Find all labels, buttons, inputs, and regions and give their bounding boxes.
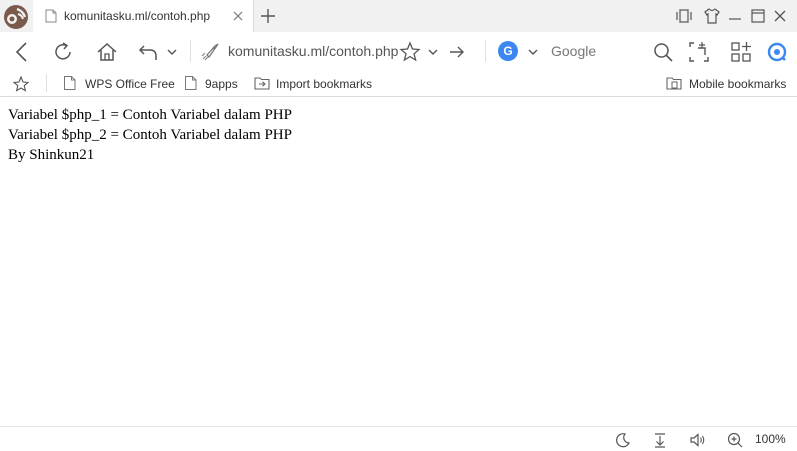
status-bar: 100% xyxy=(0,426,797,451)
screenshot-icon[interactable] xyxy=(686,39,712,65)
go-arrow-icon[interactable] xyxy=(444,39,470,65)
bookmark-label: 9apps xyxy=(205,77,238,91)
import-bookmarks-button[interactable]: Import bookmarks xyxy=(253,74,383,94)
close-window-icon[interactable] xyxy=(770,6,790,26)
bookmark-page-icon xyxy=(64,76,76,90)
chevron-down-icon[interactable] xyxy=(160,39,186,65)
mobile-bookmarks-button[interactable]: Mobile bookmarks xyxy=(665,74,793,94)
tab-active[interactable]: komunitasku.ml/contoh.php xyxy=(33,0,254,32)
speed-mode-rocket-icon[interactable] xyxy=(197,39,223,65)
tab-title: komunitasku.ml/contoh.php xyxy=(64,9,211,23)
undo-close-tab-icon[interactable] xyxy=(136,39,162,65)
close-tab-icon[interactable] xyxy=(229,7,247,25)
page-content: Variabel $php_1 = Contoh Variabel dalam … xyxy=(0,98,797,426)
tab-list-icon[interactable] xyxy=(674,6,694,26)
content-line: Variabel $php_1 = Contoh Variabel dalam … xyxy=(8,107,292,123)
page-favicon-icon xyxy=(45,9,57,28)
navigation-bar: komunitasku.ml/contoh.php G Google xyxy=(0,32,797,70)
volume-icon[interactable] xyxy=(689,431,707,449)
search-input[interactable]: Google xyxy=(551,43,596,59)
minimize-icon[interactable] xyxy=(725,6,745,26)
bookmark-wps-office-free[interactable]: WPS Office Free xyxy=(63,74,175,94)
extensions-grid-icon[interactable] xyxy=(728,39,754,65)
address-bar-url[interactable]: komunitasku.ml/contoh.php xyxy=(228,43,398,59)
uc-browser-logo-icon[interactable] xyxy=(1,1,31,31)
search-engine-google-icon[interactable]: G xyxy=(498,41,518,61)
home-icon[interactable] xyxy=(94,39,120,65)
download-icon[interactable] xyxy=(651,431,669,449)
mobile-bookmarks-icon xyxy=(666,77,682,90)
content-line: Variabel $php_2 = Contoh Variabel dalam … xyxy=(8,127,292,143)
new-tab-button[interactable] xyxy=(258,6,278,26)
bookmark-label: WPS Office Free xyxy=(85,77,175,91)
bookmark-star-icon[interactable] xyxy=(397,39,423,65)
divider xyxy=(485,40,486,62)
zoom-icon[interactable] xyxy=(726,431,744,449)
mobile-bookmarks-label: Mobile bookmarks xyxy=(689,77,787,91)
search-icon[interactable] xyxy=(650,39,676,65)
bookmark-9apps[interactable]: 9apps xyxy=(184,74,244,94)
night-mode-moon-icon[interactable] xyxy=(614,431,632,449)
maximize-icon[interactable] xyxy=(748,6,768,26)
bookmarks-bar: WPS Office Free 9apps Import bookmarks M… xyxy=(0,70,797,97)
bookmark-label: Import bookmarks xyxy=(276,77,373,91)
search-engine-chevron-down-icon[interactable] xyxy=(521,39,547,65)
content-line: By Shinkun21 xyxy=(8,147,95,163)
skin-shirt-icon[interactable] xyxy=(702,6,722,26)
divider xyxy=(190,40,191,62)
reload-icon[interactable] xyxy=(50,39,76,65)
zoom-level[interactable]: 100% xyxy=(755,432,786,446)
divider xyxy=(46,74,47,92)
tab-bar: komunitasku.ml/contoh.php xyxy=(0,0,797,32)
import-icon xyxy=(254,77,270,90)
back-icon[interactable] xyxy=(9,39,35,65)
bookmark-page-icon xyxy=(185,76,197,90)
uc-account-icon[interactable] xyxy=(764,39,790,65)
add-bookmark-star-icon[interactable] xyxy=(12,74,32,94)
